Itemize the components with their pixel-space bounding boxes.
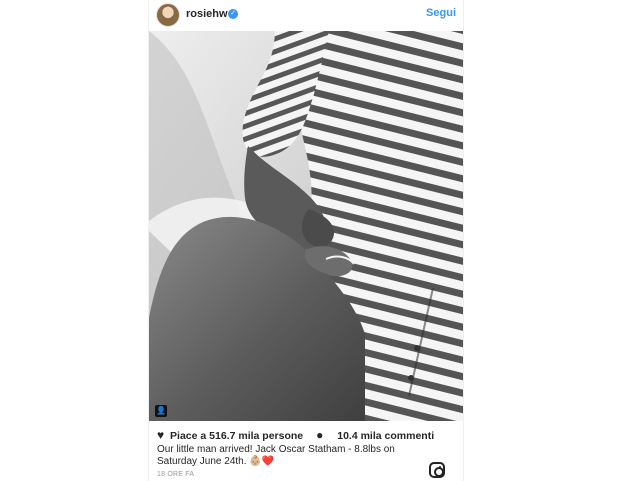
heart-icon[interactable]: ♥ bbox=[157, 428, 164, 442]
post-actions: ♥ Piace a 516.7 mila persone ● 10.4 mila… bbox=[157, 428, 434, 442]
profile-username[interactable]: rosiehw bbox=[186, 8, 228, 20]
comment-icon[interactable]: ● bbox=[316, 428, 323, 442]
post-timestamp: 18 ORE FA bbox=[157, 471, 195, 478]
follow-button[interactable]: Segui bbox=[426, 7, 456, 19]
comments-count[interactable]: 10.4 mila commenti bbox=[337, 430, 434, 442]
likes-count[interactable]: Piace a 516.7 mila persone bbox=[170, 430, 303, 442]
profile-tag-icon[interactable]: 👤 bbox=[155, 405, 167, 417]
instagram-post-card: rosiehw ✓ Segui 👤 ♥ Piace a 516.7 mila p… bbox=[148, 0, 464, 481]
verified-badge-icon: ✓ bbox=[228, 9, 238, 19]
instagram-icon[interactable] bbox=[429, 462, 445, 478]
baby-photo-illustration bbox=[149, 31, 463, 421]
post-header: rosiehw ✓ Segui bbox=[149, 0, 463, 31]
post-photo[interactable]: 👤 bbox=[149, 31, 463, 421]
profile-avatar[interactable] bbox=[156, 3, 180, 27]
post-caption: Our little man arrived! Jack Oscar Stath… bbox=[157, 444, 395, 467]
